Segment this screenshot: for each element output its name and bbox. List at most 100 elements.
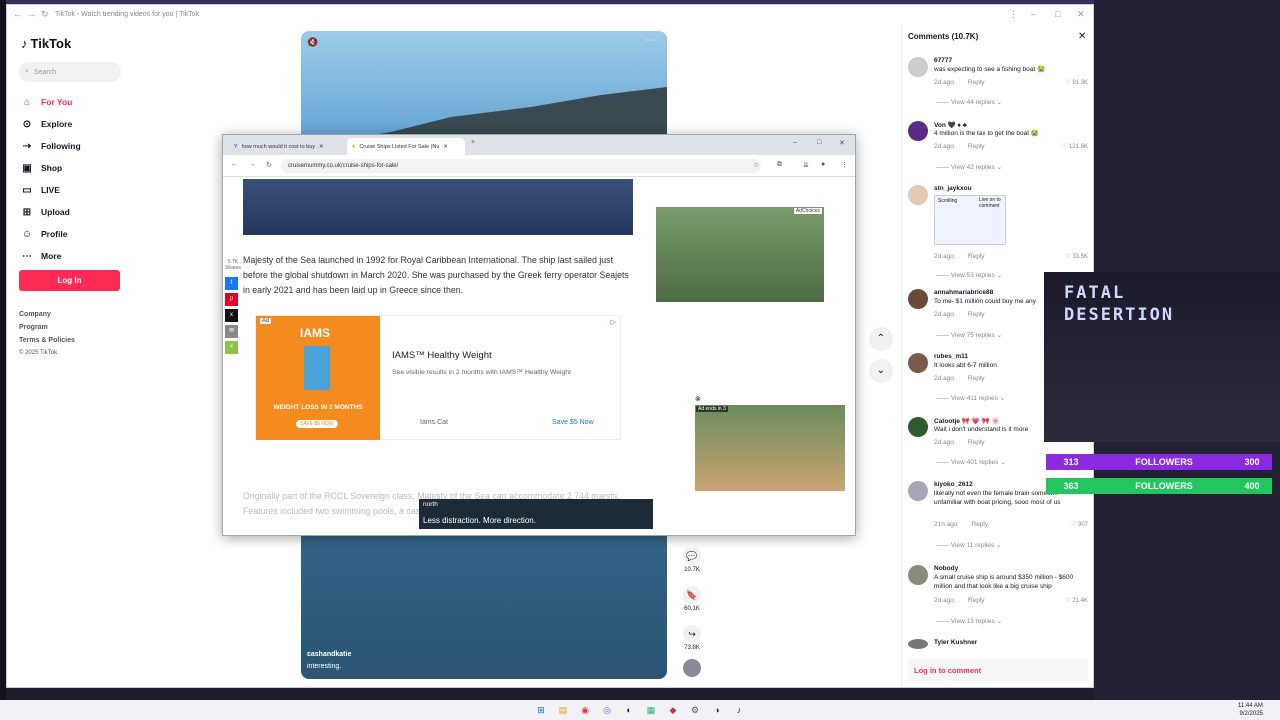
avatar[interactable] (908, 57, 928, 77)
video-author[interactable]: cashandkatie (307, 651, 351, 658)
like-count[interactable]: ♡ 307 (1071, 521, 1088, 528)
tiktok-icon[interactable]: ♪ (732, 703, 746, 717)
avatar[interactable] (908, 417, 928, 437)
maximize-icon[interactable]: □ (817, 139, 821, 146)
app-icon[interactable]: ▦ (644, 703, 658, 717)
start-icon[interactable]: ⊞ (534, 703, 548, 717)
chrome-menu-icon[interactable]: ⋮ (841, 161, 848, 169)
forward-icon[interactable]: → (27, 9, 36, 19)
avatar[interactable] (908, 121, 928, 141)
back-icon[interactable]: ← (13, 9, 22, 19)
like-count[interactable]: ♡ 121.6K (1062, 143, 1088, 150)
reload-icon[interactable]: ↻ (266, 161, 272, 169)
close-tab-icon[interactable]: ✕ (319, 144, 324, 150)
like-count[interactable]: ♡ 33.5K (1065, 253, 1088, 260)
reply-button[interactable]: Reply (968, 375, 985, 382)
more-share-icon[interactable]: < (225, 341, 238, 354)
previous-video-button[interactable]: ⌃ (869, 327, 893, 351)
profile-icon[interactable]: ● (821, 161, 825, 168)
avatar[interactable] (908, 639, 928, 649)
close-ad-icon[interactable]: ⊗ (695, 395, 701, 403)
minimize-icon[interactable]: – (793, 139, 797, 146)
file-explorer-icon[interactable]: ▤ (556, 703, 570, 717)
new-tab-icon[interactable]: + (471, 139, 475, 146)
view-replies[interactable]: —— View 75 replies ⌄ (936, 331, 1002, 339)
comment-action[interactable]: 💬 10.7K (679, 547, 705, 573)
reply-button[interactable]: Reply (968, 79, 985, 86)
sound-avatar[interactable] (679, 659, 705, 679)
footer-terms[interactable]: Terms & Policies (19, 337, 75, 344)
comment-user[interactable]: 67777 (934, 57, 952, 64)
nav-more[interactable]: ⋯ More (21, 249, 61, 263)
forward-icon[interactable]: → (249, 161, 256, 168)
video-ad[interactable]: Ad ends in 3 (695, 405, 845, 491)
reply-button[interactable]: Reply (968, 439, 985, 446)
email-share-icon[interactable]: ✉ (225, 325, 238, 338)
reply-button[interactable]: Reply (968, 597, 985, 604)
nav-following[interactable]: ⇢ Following (21, 139, 81, 153)
comment-user[interactable]: Catootje 🎀 💗 🎀 🌸 (934, 417, 1000, 425)
menu-icon[interactable]: ⋮ (1009, 9, 1018, 20)
next-video-button[interactable]: ⌄ (869, 359, 893, 383)
video-options-icon[interactable]: ⋯ (645, 35, 655, 46)
close-comments-icon[interactable]: ✕ (1078, 31, 1086, 42)
avatar[interactable] (908, 481, 928, 501)
ad-cta-link[interactable]: Save $5 Now (552, 419, 594, 426)
comment-user[interactable]: kiyoko_2612 (934, 481, 973, 488)
tab-cruise[interactable]: ● Cruise Ships Listed For Sale (Nu ✕ (347, 138, 465, 155)
comment-user[interactable]: Nobody (934, 565, 958, 572)
comment-user[interactable]: Tyler Kushner (934, 639, 977, 646)
avatar[interactable] (908, 353, 928, 373)
side-ad-image[interactable]: AdChoices (656, 207, 824, 302)
system-clock[interactable]: 11:44 AM 9/2/2025 (1238, 702, 1263, 718)
nav-explore[interactable]: ⊙ Explore (21, 117, 72, 131)
close-tab-icon[interactable]: ✕ (443, 144, 448, 150)
reply-button[interactable]: Reply (972, 521, 989, 528)
pinterest-share-icon[interactable]: p (225, 293, 238, 306)
view-replies[interactable]: —— View 44 replies ⌄ (936, 98, 1002, 106)
footer-company[interactable]: Company (19, 311, 51, 318)
avatar[interactable] (908, 565, 928, 585)
facebook-share-icon[interactable]: f (225, 277, 238, 290)
adchoices-icon[interactable]: ▷ (611, 318, 616, 326)
nav-upload[interactable]: ⊞ Upload (21, 205, 70, 219)
comment-user[interactable]: stn_jaykxou (934, 185, 972, 192)
save-action[interactable]: 🔖 60.1K (679, 586, 705, 612)
tiktok-logo[interactable]: ♪ TikTok (21, 36, 71, 51)
login-button[interactable]: Log In (19, 270, 120, 291)
maximize-icon[interactable]: □ (1055, 9, 1060, 19)
login-to-comment[interactable]: Log in to comment (908, 659, 1088, 681)
back-icon[interactable]: ← (231, 161, 238, 168)
view-replies[interactable]: —— View 53 replies ⌄ (936, 271, 1002, 279)
tab-search[interactable]: Yhow much would it cost to buy ✕ (229, 138, 345, 155)
app-icon[interactable]: ◆ (666, 703, 680, 717)
reply-button[interactable]: Reply (968, 311, 985, 318)
view-replies[interactable]: —— View 401 replies ⌄ (936, 458, 1006, 466)
settings-icon[interactable]: ⚙ (688, 703, 702, 717)
extensions-icon[interactable]: ⧉ (777, 161, 782, 169)
comment-user[interactable]: annahmariabrice88 (934, 289, 993, 296)
x-share-icon[interactable]: x (225, 309, 238, 322)
discord-icon[interactable]: ◎ (600, 703, 614, 717)
nav-for-you[interactable]: ⌂ For You (21, 95, 72, 109)
mute-icon[interactable]: 🔇 (307, 37, 318, 48)
bookmark-star-icon[interactable]: ☆ (753, 161, 759, 169)
nav-profile[interactable]: ☺ Profile (21, 227, 68, 241)
reply-button[interactable]: Reply (968, 253, 985, 260)
view-replies[interactable]: —— View 411 replies ⌄ (936, 394, 1005, 402)
steam-icon[interactable]: ◐ (622, 703, 636, 717)
view-replies[interactable]: —— View 13 replies ⌄ (936, 617, 1002, 625)
view-replies[interactable]: —— View 11 replies ⌄ (936, 541, 1002, 549)
like-count[interactable]: ♡ 21.4K (1065, 597, 1088, 604)
minimize-icon[interactable]: – (1031, 9, 1036, 19)
ad-unit[interactable]: Ad IAMS WEIGHT LOSS IN 2 MONTHS SAVE $5 … (255, 315, 621, 440)
close-window-icon[interactable]: ✕ (839, 139, 845, 147)
nav-shop[interactable]: ▣ Shop (21, 161, 62, 175)
search-input[interactable]: ⌕ Search (19, 62, 121, 82)
reload-icon[interactable]: ↻ (41, 9, 49, 20)
avatar[interactable] (908, 289, 928, 309)
adchoices-label[interactable]: AdChoices (793, 208, 822, 214)
footer-program[interactable]: Program (19, 324, 48, 331)
comment-user[interactable]: Von 🖤 ♦ ♣ (934, 121, 967, 129)
share-action[interactable]: ↪ 73.8K (679, 625, 705, 651)
